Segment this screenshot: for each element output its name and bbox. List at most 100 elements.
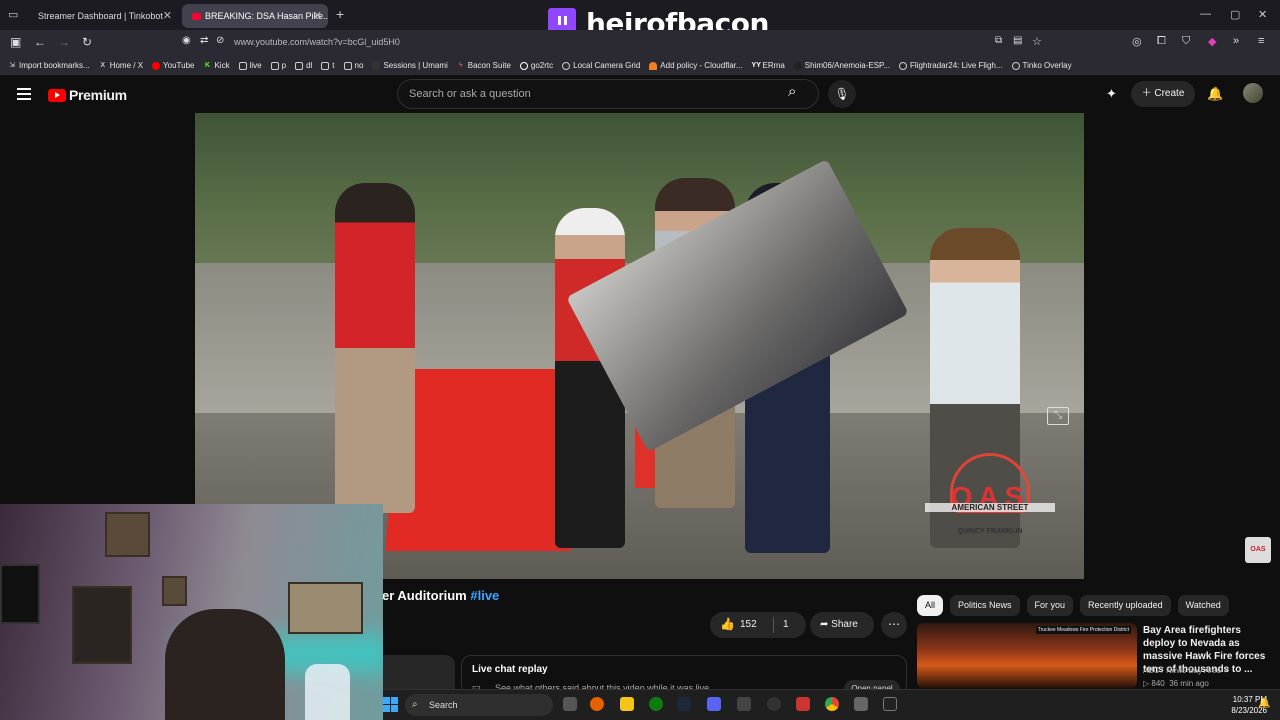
bookmark-item[interactable]: ⇲ Import bookmarks...: [8, 61, 90, 70]
bacon-icon: ϟ: [458, 61, 463, 69]
app-icon[interactable]: [796, 697, 810, 711]
folder-icon: [343, 61, 352, 70]
folder-icon: [321, 61, 330, 70]
url-field[interactable]: www.youtube.com/watch?v=bcGl_uid5H0: [234, 37, 400, 47]
tab-overview-icon[interactable]: ▭: [8, 8, 18, 21]
account-icon[interactable]: ◎: [1132, 35, 1142, 48]
chip-recently-uploaded[interactable]: Recently uploaded: [1080, 595, 1171, 616]
create-button[interactable]: ＋ Create: [1131, 81, 1195, 107]
xbox-icon[interactable]: [649, 697, 663, 711]
video-person: [335, 183, 415, 513]
more-actions-icon[interactable]: ⋯: [881, 612, 907, 638]
tab-youtube-video[interactable]: BREAKING: DSA Hasan Pike... ✕: [182, 4, 328, 28]
hashtag-link[interactable]: #live: [470, 588, 499, 603]
chip-watched[interactable]: Watched: [1177, 595, 1229, 616]
bookmark-item[interactable]: Shim06/Anemoia-ESP...: [793, 61, 890, 70]
shield-icon[interactable]: ⛉: [1182, 35, 1190, 48]
bookmark-item[interactable]: Add policy - Cloudflar...: [649, 61, 743, 70]
app-icon[interactable]: [737, 697, 751, 711]
dislike-count[interactable]: 1: [783, 619, 789, 630]
taskbar-search[interactable]: ⌕ Search: [405, 694, 553, 716]
folder-icon: [295, 61, 304, 70]
chrome-icon[interactable]: [825, 697, 839, 711]
back-icon[interactable]: ←: [34, 35, 46, 49]
erma-icon: YY: [751, 61, 761, 69]
extension-icon[interactable]: ◆: [1208, 35, 1216, 48]
divider: [773, 617, 774, 633]
task-view-icon[interactable]: [563, 697, 577, 711]
steam-icon[interactable]: [677, 697, 691, 711]
chip-politics-news[interactable]: Politics News: [950, 595, 1020, 616]
maximize-icon[interactable]: ▢: [1230, 8, 1240, 21]
extensions-icon[interactable]: ⧠: [1157, 35, 1166, 48]
bookmark-folder[interactable]: no: [343, 61, 363, 70]
thumbs-up-icon[interactable]: 👍: [720, 617, 735, 631]
bookmark-folder[interactable]: p: [270, 61, 286, 70]
bookmark-folder[interactable]: live: [238, 61, 262, 70]
bookmark-star-icon[interactable]: ☆: [1032, 35, 1042, 48]
picture-in-picture-icon[interactable]: ⧉: [995, 35, 1002, 46]
bookmark-item[interactable]: Flightradar24: Live Fligh...: [899, 61, 1003, 70]
obs-icon[interactable]: [767, 697, 781, 711]
close-tab-icon[interactable]: ✕: [163, 4, 172, 28]
bookmark-item[interactable]: K Kick: [203, 61, 230, 70]
share-button[interactable]: ➦ Share: [810, 612, 874, 638]
recommendation-thumbnail[interactable]: Truckee Meadows Fire Protection District: [917, 623, 1137, 688]
notification-bell-icon[interactable]: 🔔: [1258, 698, 1270, 709]
like-dislike-group: 👍 152 1: [710, 612, 806, 638]
channel-watermark-badge[interactable]: OAS: [1245, 537, 1271, 563]
recommendation-channel[interactable]: ABC7 News Bay Area ✔: [1143, 666, 1230, 675]
tracking-protection-icon[interactable]: ⊘: [216, 35, 224, 46]
folder-icon: [238, 61, 247, 70]
permissions-icon[interactable]: ⇄: [200, 35, 208, 46]
yt-extension-icon[interactable]: ✦: [1106, 86, 1117, 102]
chip-all[interactable]: All: [917, 595, 944, 616]
discord-icon[interactable]: [707, 697, 721, 711]
plus-icon: ＋: [1141, 88, 1155, 99]
search-icon[interactable]: ⌕: [788, 83, 796, 100]
search-input[interactable]: Search or ask a question: [397, 79, 819, 109]
bookmark-item[interactable]: YY ERma: [752, 61, 785, 70]
chat-header: Live chat replay: [472, 664, 548, 675]
globe-icon: [562, 61, 571, 70]
notifications-bell-icon[interactable]: 🔔: [1207, 86, 1223, 102]
new-tab-icon[interactable]: +: [336, 6, 344, 22]
app-menu-icon[interactable]: ≡: [1258, 35, 1264, 47]
bookmark-folder[interactable]: t: [321, 61, 335, 70]
close-window-icon[interactable]: ✕: [1258, 8, 1267, 21]
video-title: er Auditorium #live: [382, 588, 500, 603]
minimize-icon[interactable]: —: [1200, 8, 1211, 20]
bookmark-item[interactable]: Tinko Overlay: [1011, 61, 1072, 70]
voice-search-icon[interactable]: 🎙: [828, 80, 856, 108]
webcam-monitor: [0, 564, 40, 624]
tab-streamer-dashboard[interactable]: Streamer Dashboard | Tinkobot ✕: [28, 4, 178, 28]
forward-icon[interactable]: →: [58, 35, 70, 49]
bookmark-item[interactable]: X Home / X: [99, 61, 143, 70]
bookmark-item[interactable]: Local Camera Grid: [562, 61, 640, 70]
app-icon[interactable]: [854, 697, 868, 711]
guide-menu-icon[interactable]: [17, 88, 31, 103]
firefox-icon[interactable]: [590, 697, 604, 711]
close-tab-icon[interactable]: ✕: [313, 4, 322, 28]
bookmark-item[interactable]: Sessions | Umami: [372, 61, 448, 70]
terminal-icon[interactable]: [883, 697, 897, 711]
chip-for-you[interactable]: For you: [1026, 595, 1074, 616]
file-explorer-icon[interactable]: [620, 697, 634, 711]
bookmark-item[interactable]: YouTube: [152, 61, 194, 70]
sidebar-toggle-icon[interactable]: ▣: [10, 35, 21, 49]
webcam-streamer: [165, 609, 285, 720]
overflow-chevron-icon[interactable]: »: [1233, 35, 1239, 47]
bookmark-item[interactable]: ϟ Bacon Suite: [457, 61, 511, 70]
expand-icon[interactable]: ⤡: [1047, 407, 1069, 425]
windows-start-icon[interactable]: [383, 697, 398, 712]
bookmark-folder[interactable]: dl: [295, 61, 312, 70]
site-info-icon[interactable]: ◉: [182, 35, 191, 46]
avatar[interactable]: [1243, 83, 1263, 103]
reader-view-icon[interactable]: ▤: [1013, 35, 1022, 46]
reload-icon[interactable]: ↻: [82, 35, 92, 49]
like-count[interactable]: 152: [740, 619, 757, 630]
youtube-premium-logo[interactable]: Premium: [48, 87, 127, 103]
umami-icon: [372, 61, 381, 70]
go2rtc-icon: [519, 61, 528, 70]
bookmark-item[interactable]: go2rtc: [519, 61, 553, 70]
